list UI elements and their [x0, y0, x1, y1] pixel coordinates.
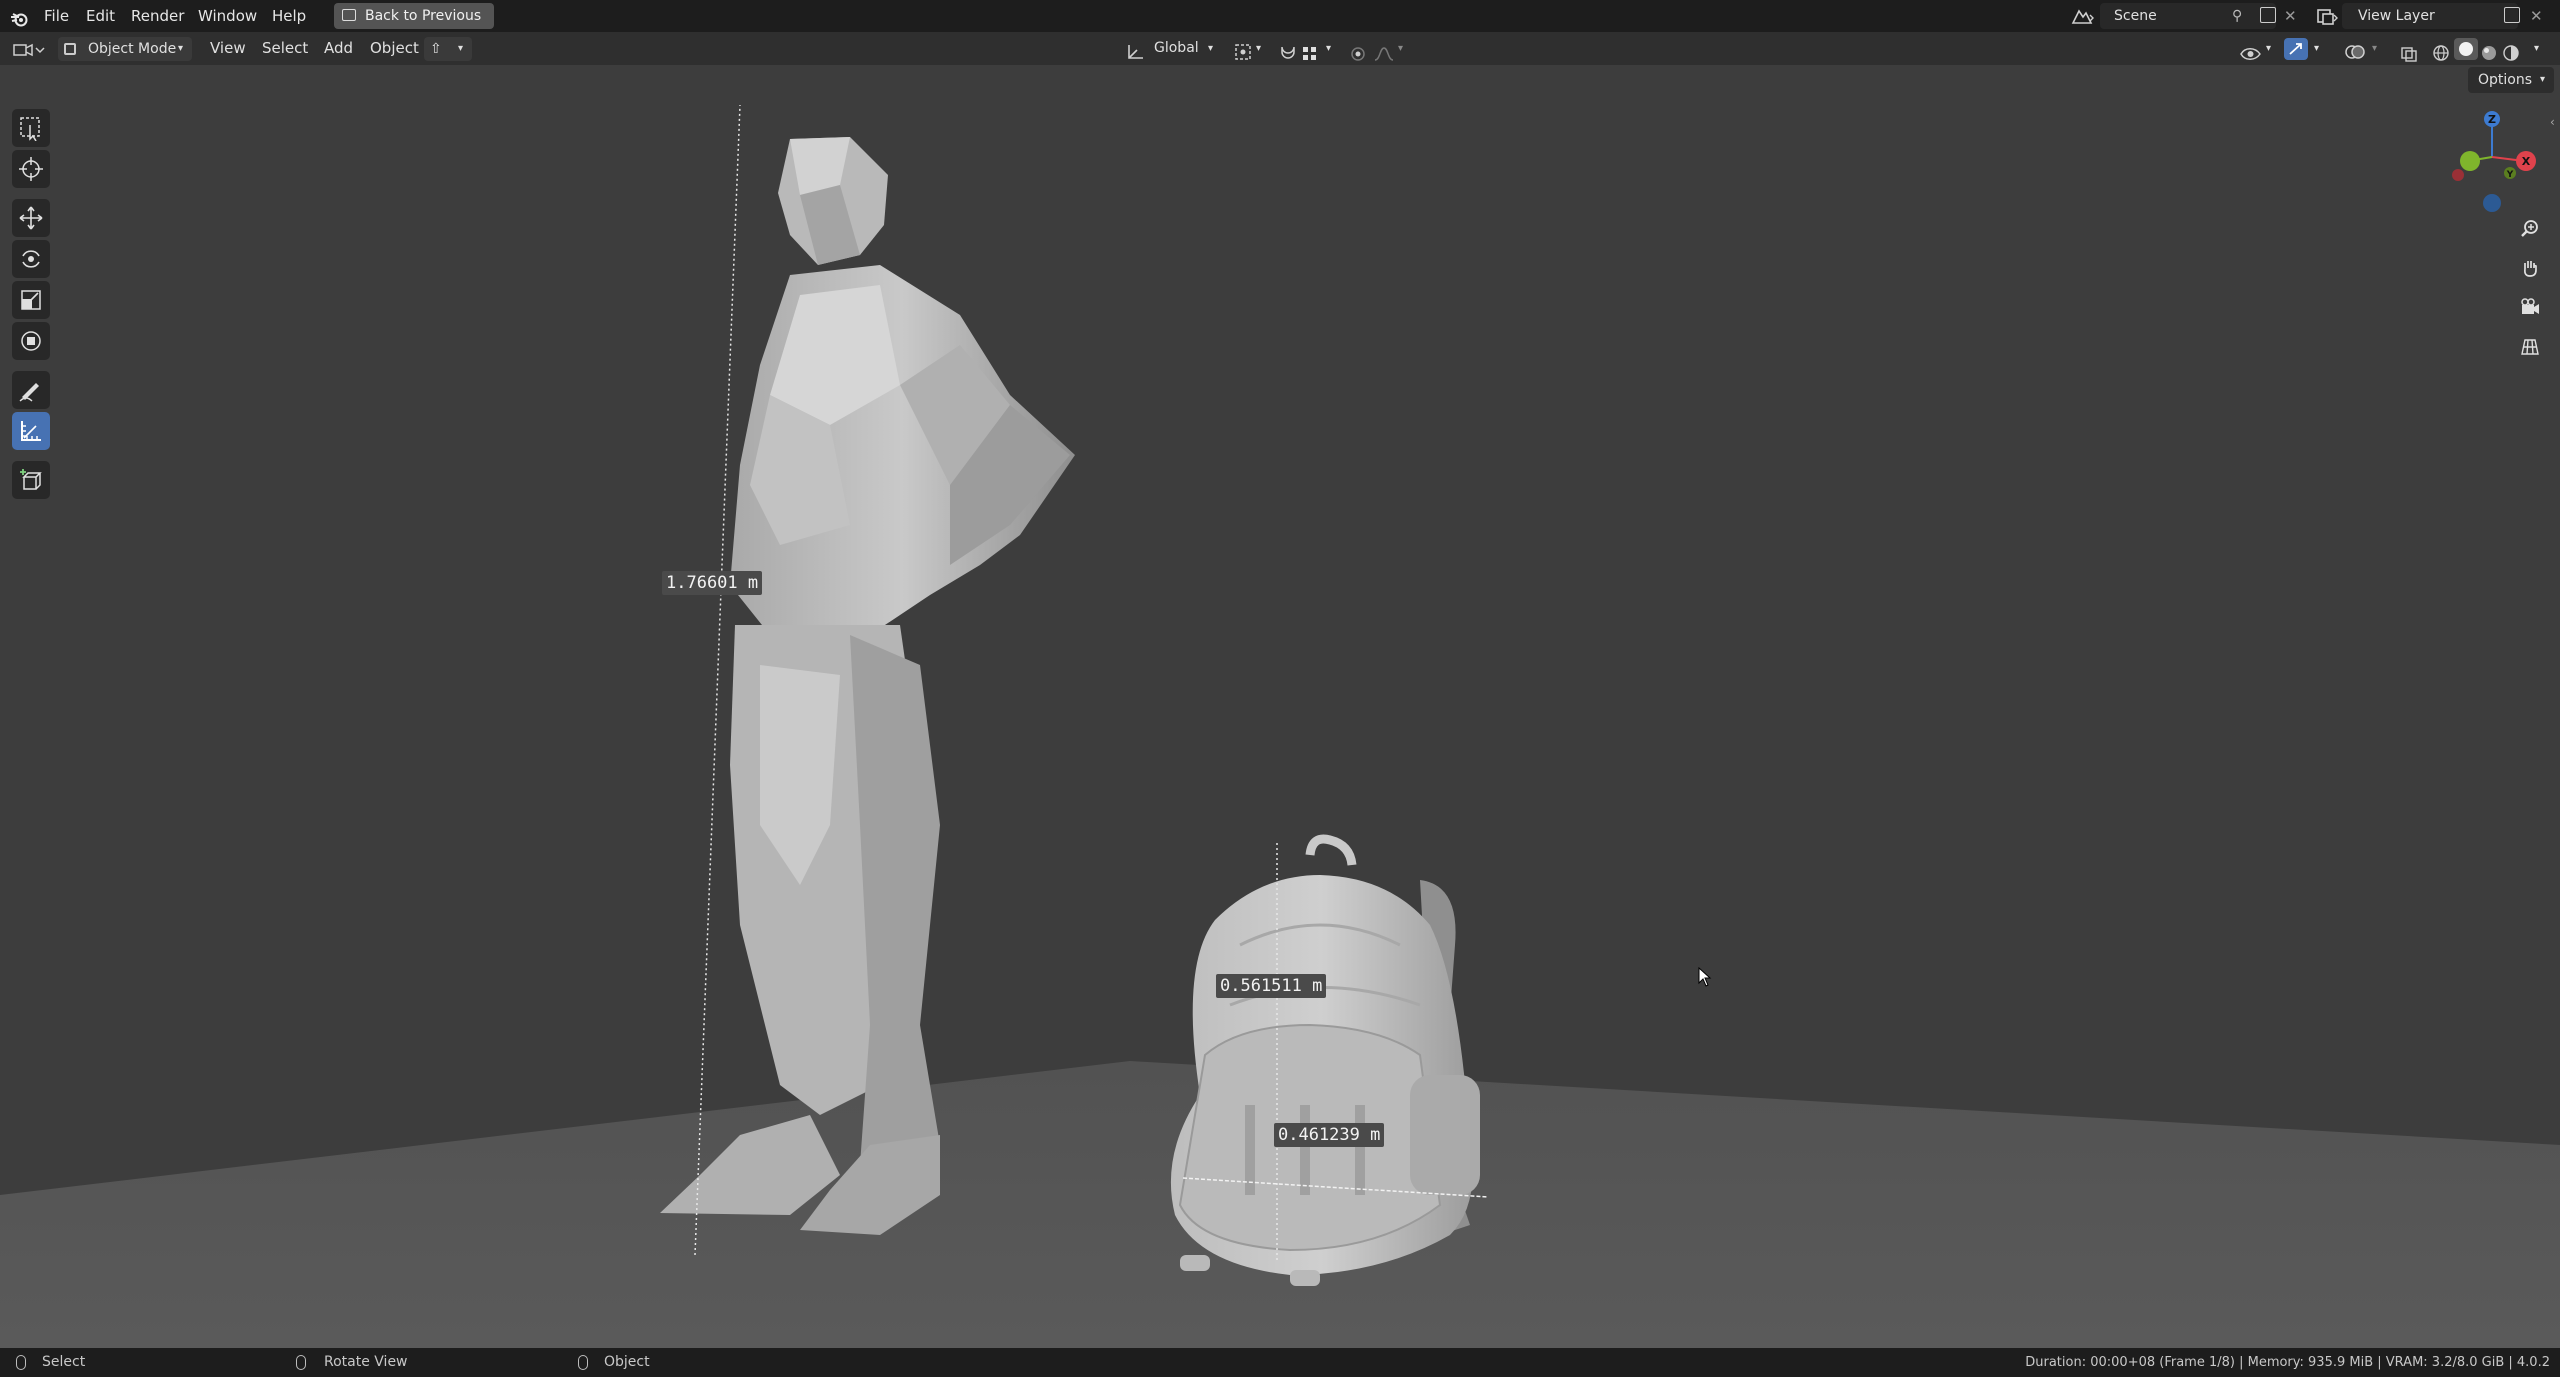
- overlays-icon[interactable]: [2344, 40, 2368, 59]
- select-box-tool[interactable]: [12, 109, 50, 147]
- delete-view-layer-icon[interactable]: ✕: [2530, 0, 2543, 32]
- right-mouse-icon: [578, 1355, 588, 1370]
- chevron-down-icon[interactable]: ▾: [1398, 32, 1403, 65]
- menu-select[interactable]: Select: [262, 32, 308, 65]
- middle-mouse-icon: [296, 1355, 306, 1370]
- upload-arrow-icon: ⇧: [430, 41, 442, 57]
- view-layer-name: View Layer: [2358, 8, 2435, 24]
- editor-type-icon[interactable]: [12, 39, 46, 59]
- back-to-previous-button[interactable]: Back to Previous: [334, 3, 494, 29]
- gizmo-x-label: X: [2522, 155, 2531, 168]
- gizmo-neg-z-axis: [2483, 194, 2501, 212]
- transform-orientation-icon[interactable]: [1126, 40, 1146, 59]
- pivot-point-icon[interactable]: [1234, 40, 1258, 60]
- menu-help[interactable]: Help: [272, 0, 306, 32]
- transform-affect-dropdown[interactable]: ⇧ ▾: [424, 37, 472, 61]
- menu-render[interactable]: Render: [131, 0, 184, 32]
- scene-field[interactable]: Scene ⚲: [2100, 3, 2276, 29]
- chevron-down-icon[interactable]: ▾: [2534, 32, 2539, 65]
- solid-shading-icon[interactable]: [2454, 38, 2478, 60]
- snap-toggle-icon[interactable]: [1278, 40, 1298, 59]
- chevron-down-icon[interactable]: ▾: [2372, 32, 2377, 65]
- rendered-shading-icon[interactable]: [2502, 41, 2520, 61]
- measure-tool[interactable]: [12, 412, 50, 450]
- pin-icon[interactable]: ⚲: [2232, 3, 2242, 29]
- scene-name: Scene: [2114, 8, 2157, 24]
- add-cube-tool[interactable]: [12, 461, 50, 499]
- menu-file[interactable]: File: [44, 0, 69, 32]
- scale-tool[interactable]: [12, 281, 50, 319]
- gizmo-y-label: Y: [2506, 170, 2514, 180]
- delete-scene-icon[interactable]: ✕: [2284, 0, 2297, 32]
- blender-logo-icon[interactable]: [10, 7, 28, 27]
- navigation-gizmo[interactable]: Z Y X: [2440, 105, 2540, 215]
- menu-edit[interactable]: Edit: [86, 0, 115, 32]
- menu-view[interactable]: View: [210, 32, 246, 65]
- gizmo-z-label: Z: [2488, 113, 2496, 126]
- object-mode-label: Object Mode: [88, 41, 177, 57]
- bag-width-measurement: 0.461239 m: [1274, 1123, 1385, 1147]
- status-rotate-view-label: Rotate View: [324, 1354, 408, 1370]
- options-dropdown[interactable]: Options ▾: [2468, 67, 2554, 93]
- falloff-curve-icon[interactable]: [1374, 41, 1394, 61]
- viewport-header: Object Mode ▾ View Select Add Object ⇧ ▾…: [0, 32, 2560, 65]
- chevron-down-icon: ▾: [178, 43, 184, 54]
- chevron-down-icon: ▾: [2540, 74, 2546, 85]
- view-layer-icon[interactable]: [2316, 6, 2340, 26]
- gizmo-neg-x-axis: [2452, 169, 2464, 181]
- status-info: Duration: 00:00+08 (Frame 1/8) | Memory:…: [2025, 1355, 2550, 1370]
- menu-object[interactable]: Object: [370, 32, 419, 65]
- rotate-tool[interactable]: [12, 240, 50, 278]
- gizmo-toggle-icon[interactable]: [2284, 38, 2308, 60]
- view-layer-field[interactable]: View Layer: [2342, 3, 2518, 29]
- move-tool[interactable]: [12, 199, 50, 237]
- chevron-down-icon[interactable]: ▾: [1326, 32, 1331, 65]
- new-view-layer-icon[interactable]: [2504, 7, 2520, 23]
- scene-icon[interactable]: [2070, 6, 2096, 26]
- pan-view-icon[interactable]: [2513, 251, 2547, 285]
- person-mesh: [660, 137, 1075, 1235]
- cursor-tool[interactable]: [12, 150, 50, 188]
- transform-tool[interactable]: [12, 322, 50, 360]
- material-shading-icon[interactable]: [2480, 41, 2498, 60]
- proportional-editing-icon[interactable]: [1350, 41, 1366, 61]
- object-mode-icon: [64, 43, 76, 55]
- status-bar: Select Rotate View Object Duration: 00:0…: [0, 1348, 2560, 1377]
- camera-view-icon[interactable]: [2513, 290, 2547, 324]
- person-height-measurement: 1.76601 m: [662, 571, 763, 595]
- options-label: Options: [2478, 72, 2533, 88]
- menu-add[interactable]: Add: [324, 32, 353, 65]
- chevron-down-icon[interactable]: ▾: [1256, 32, 1261, 65]
- snap-increment-icon[interactable]: [1302, 41, 1320, 60]
- backpack-mesh: [1170, 834, 1480, 1286]
- new-scene-icon[interactable]: [2260, 7, 2276, 23]
- chevron-down-icon[interactable]: ▾: [2314, 32, 2319, 65]
- object-mode-dropdown[interactable]: Object Mode ▾: [58, 37, 192, 61]
- left-mouse-icon: [16, 1355, 26, 1370]
- status-object-label: Object: [604, 1354, 650, 1370]
- scene-canvas[interactable]: [0, 65, 2560, 1348]
- perspective-toggle-icon[interactable]: [2513, 329, 2547, 363]
- visibility-icon[interactable]: [2240, 41, 2262, 60]
- zoom-view-icon[interactable]: [2513, 212, 2547, 246]
- bag-height-measurement: 0.561511 m: [1216, 974, 1327, 998]
- 3d-viewport[interactable]: 1.76601 m 0.561511 m 0.461239 m Options …: [0, 65, 2560, 1348]
- back-icon: [342, 9, 356, 21]
- top-menu-bar: File Edit Render Window Help Back to Pre…: [0, 0, 2560, 32]
- wireframe-shading-icon[interactable]: [2432, 41, 2450, 61]
- status-select-label: Select: [42, 1354, 86, 1370]
- sidebar-toggle-icon[interactable]: ‹: [2550, 115, 2555, 129]
- chevron-down-icon[interactable]: ▾: [2266, 32, 2271, 65]
- back-to-previous-label: Back to Previous: [365, 8, 482, 24]
- transform-orientation-label[interactable]: Global: [1154, 32, 1199, 65]
- menu-window[interactable]: Window: [198, 0, 257, 32]
- chevron-down-icon[interactable]: ▾: [1208, 32, 1213, 65]
- chevron-down-icon: ▾: [458, 43, 464, 54]
- annotate-tool[interactable]: [12, 371, 50, 409]
- xray-toggle-icon[interactable]: [2400, 41, 2418, 62]
- gizmo-y-axis: [2460, 151, 2480, 171]
- mouse-cursor-icon: [1698, 966, 1712, 991]
